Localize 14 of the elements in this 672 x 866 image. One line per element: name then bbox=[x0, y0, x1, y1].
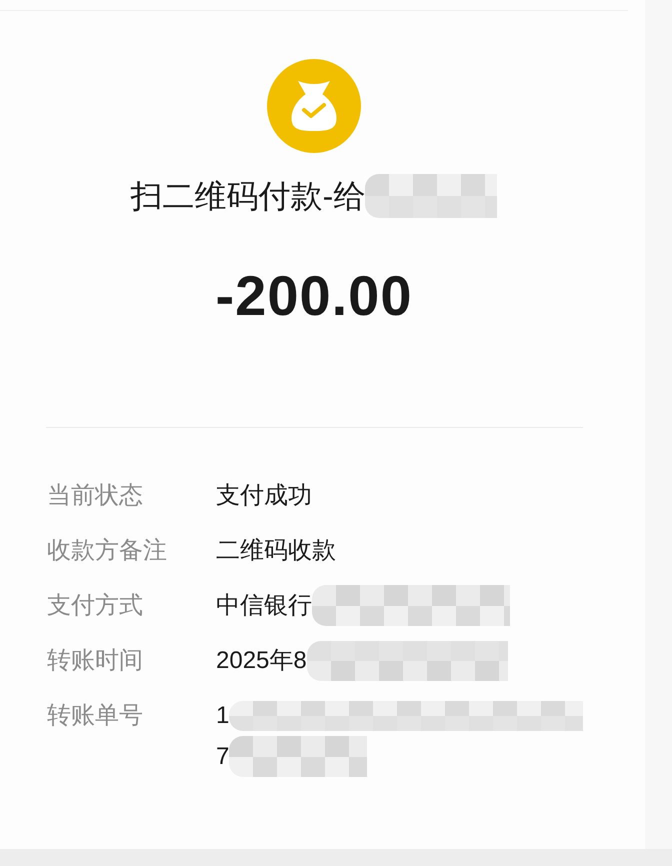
detail-label: 支付方式 bbox=[47, 591, 143, 621]
detail-value: 1 bbox=[216, 701, 230, 731]
money-bag-check-icon bbox=[267, 59, 361, 153]
detail-value: 支付成功 bbox=[216, 481, 312, 511]
detail-label: 收款方备注 bbox=[47, 536, 167, 566]
transaction-title: 扫二维码付款-给 bbox=[130, 177, 366, 216]
detail-value: 二维码收款 bbox=[216, 536, 336, 566]
detail-value: 中信银行 bbox=[216, 591, 312, 621]
detail-label: 当前状态 bbox=[47, 481, 143, 511]
detail-label: 转账单号 bbox=[47, 701, 143, 731]
detail-value: 7 bbox=[216, 742, 230, 772]
amount-text: -200.00 bbox=[216, 264, 412, 328]
detail-label: 转账时间 bbox=[47, 646, 143, 676]
detail-value: 2025年8 bbox=[216, 646, 307, 676]
